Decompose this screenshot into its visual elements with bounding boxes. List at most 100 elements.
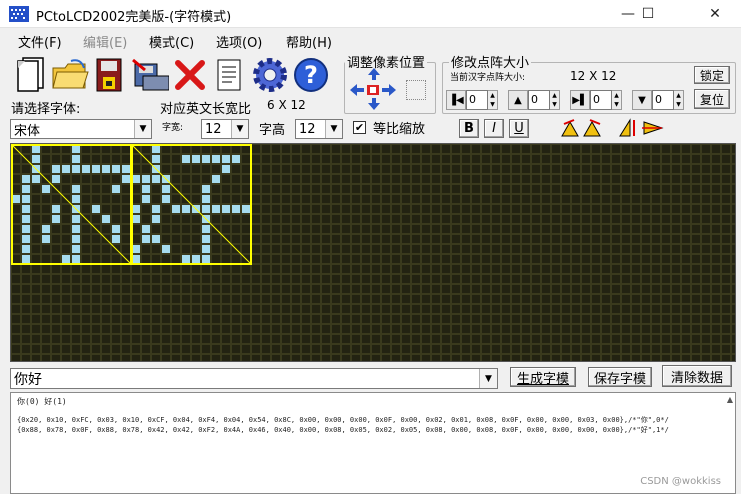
dot-matrix-grid[interactable] bbox=[11, 144, 736, 362]
pixel-on-好[interactable] bbox=[162, 195, 170, 203]
underline-button[interactable]: U bbox=[509, 119, 529, 138]
pixel-on-好[interactable] bbox=[152, 145, 160, 153]
pixel-on-好[interactable] bbox=[142, 195, 150, 203]
pixel-on-你[interactable] bbox=[62, 255, 70, 263]
spin-left-input[interactable]: 0 bbox=[466, 90, 488, 110]
center-icon[interactable] bbox=[366, 84, 380, 96]
pixel-on-好[interactable] bbox=[212, 175, 220, 183]
output-textarea[interactable]: 你(0) 好(1) ▲ {0x20, 0x10, 0xFC, 0x03, 0x1… bbox=[10, 392, 736, 494]
scale-checkbox[interactable]: ✔ bbox=[353, 121, 366, 134]
pixel-on-好[interactable] bbox=[242, 205, 250, 213]
pixel-on-你[interactable] bbox=[102, 215, 110, 223]
pixel-on-你[interactable] bbox=[82, 165, 90, 173]
pixel-on-好[interactable] bbox=[172, 205, 180, 213]
pixel-on-好[interactable] bbox=[132, 175, 140, 183]
pixel-on-你[interactable] bbox=[22, 245, 30, 253]
pixel-on-你[interactable] bbox=[22, 195, 30, 203]
pixel-on-好[interactable] bbox=[202, 235, 210, 243]
font-select[interactable]: 宋体 ▼ bbox=[10, 119, 152, 139]
reset-button[interactable]: 复位 bbox=[694, 89, 730, 109]
pixel-on-好[interactable] bbox=[152, 215, 160, 223]
move-up-icon[interactable] bbox=[368, 68, 380, 80]
pixel-on-好[interactable] bbox=[132, 205, 140, 213]
spin-right-arrows[interactable]: ▲ ▼ bbox=[612, 90, 622, 110]
pixel-on-你[interactable] bbox=[22, 255, 30, 263]
pixel-on-你[interactable] bbox=[22, 175, 30, 183]
maximize-button[interactable]: ☐ bbox=[628, 0, 668, 28]
pixel-on-你[interactable] bbox=[72, 185, 80, 193]
pixel-on-你[interactable] bbox=[22, 205, 30, 213]
pixel-on-你[interactable] bbox=[52, 165, 60, 173]
pixel-on-好[interactable] bbox=[232, 205, 240, 213]
pixel-on-好[interactable] bbox=[162, 185, 170, 193]
pixel-on-你[interactable] bbox=[32, 175, 40, 183]
pixel-on-好[interactable] bbox=[182, 205, 190, 213]
scroll-up-icon[interactable]: ▲ bbox=[727, 395, 733, 404]
dot-matrix-canvas[interactable] bbox=[10, 143, 736, 362]
clear-button[interactable]: 清除数据 bbox=[662, 365, 732, 387]
generate-button[interactable]: 生成字模 bbox=[510, 367, 576, 387]
pixel-on-你[interactable] bbox=[72, 195, 80, 203]
pixel-on-你[interactable] bbox=[52, 205, 60, 213]
pixel-on-好[interactable] bbox=[222, 165, 230, 173]
spin-bottom-input[interactable]: 0 bbox=[652, 90, 674, 110]
pixel-on-你[interactable] bbox=[72, 145, 80, 153]
pixel-on-你[interactable] bbox=[22, 185, 30, 193]
pixel-on-好[interactable] bbox=[142, 235, 150, 243]
spin-right-input[interactable]: 0 bbox=[590, 90, 612, 110]
menu-options[interactable]: 选项(O) bbox=[216, 32, 262, 51]
bold-button[interactable]: B bbox=[459, 119, 479, 138]
pixel-on-好[interactable] bbox=[132, 215, 140, 223]
pixel-on-你[interactable] bbox=[72, 155, 80, 163]
menu-help[interactable]: 帮助(H) bbox=[286, 32, 332, 51]
pixel-on-好[interactable] bbox=[222, 155, 230, 163]
menu-file[interactable]: 文件(F) bbox=[18, 32, 62, 51]
pixel-on-你[interactable] bbox=[22, 215, 30, 223]
spin-left-arrows[interactable]: ▲ ▼ bbox=[488, 90, 498, 110]
pixel-on-好[interactable] bbox=[182, 155, 190, 163]
pixel-on-你[interactable] bbox=[22, 225, 30, 233]
document-icon[interactable] bbox=[212, 56, 246, 94]
pixel-on-你[interactable] bbox=[72, 165, 80, 173]
close-button[interactable]: ✕ bbox=[690, 0, 740, 28]
menu-mode[interactable]: 模式(C) bbox=[149, 32, 194, 51]
italic-button[interactable]: I bbox=[484, 119, 504, 138]
pixel-on-你[interactable] bbox=[112, 235, 120, 243]
save-as-icon[interactable] bbox=[130, 56, 170, 94]
pixel-on-你[interactable] bbox=[42, 225, 50, 233]
font-width-select[interactable]: 12 ▼ bbox=[201, 119, 249, 139]
char-input[interactable]: 你好 ▼ bbox=[10, 368, 498, 389]
spin-top-arrows[interactable]: ▲ ▼ bbox=[550, 90, 560, 110]
pixel-on-好[interactable] bbox=[142, 175, 150, 183]
pixel-on-你[interactable] bbox=[112, 185, 120, 193]
pixel-on-你[interactable] bbox=[52, 215, 60, 223]
pixel-on-好[interactable] bbox=[132, 245, 140, 253]
pixel-on-你[interactable] bbox=[102, 165, 110, 173]
pixel-on-你[interactable] bbox=[122, 165, 130, 173]
pixel-on-好[interactable] bbox=[202, 245, 210, 253]
pixel-on-你[interactable] bbox=[62, 165, 70, 173]
pixel-on-好[interactable] bbox=[132, 255, 140, 263]
pixel-on-你[interactable] bbox=[72, 225, 80, 233]
pixel-on-好[interactable] bbox=[152, 205, 160, 213]
help-icon[interactable]: ? bbox=[291, 56, 331, 94]
flip-icon[interactable] bbox=[618, 118, 664, 138]
pixel-on-你[interactable] bbox=[92, 205, 100, 213]
pixel-on-好[interactable] bbox=[212, 155, 220, 163]
delete-icon[interactable] bbox=[172, 56, 208, 94]
pixel-on-好[interactable] bbox=[152, 175, 160, 183]
pixel-on-好[interactable] bbox=[152, 155, 160, 163]
pixel-on-你[interactable] bbox=[42, 235, 50, 243]
save-font-button[interactable]: 保存字模 bbox=[588, 367, 652, 387]
shrink-top-icon[interactable]: ▲ bbox=[508, 90, 528, 110]
pixel-on-你[interactable] bbox=[92, 165, 100, 173]
pixel-on-好[interactable] bbox=[202, 195, 210, 203]
char-input-value[interactable]: 你好 bbox=[11, 369, 479, 389]
chevron-down-icon[interactable]: ▼ bbox=[231, 120, 248, 138]
move-down-icon[interactable] bbox=[368, 98, 380, 110]
save-disk-icon[interactable] bbox=[90, 56, 128, 94]
pixel-on-你[interactable] bbox=[52, 175, 60, 183]
pixel-on-你[interactable] bbox=[32, 145, 40, 153]
pixel-on-好[interactable] bbox=[162, 245, 170, 253]
move-right-icon[interactable] bbox=[382, 84, 396, 96]
